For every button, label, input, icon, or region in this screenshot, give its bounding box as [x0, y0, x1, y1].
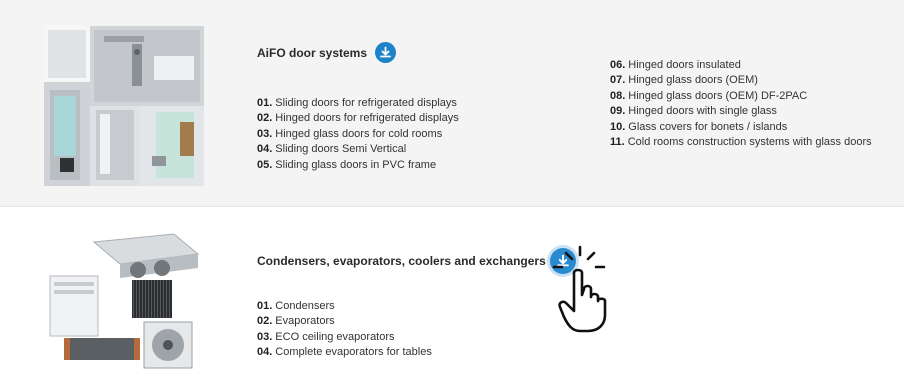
download-icon: [556, 254, 569, 267]
list-item[interactable]: 06. Hinged doors insulated: [610, 58, 872, 73]
download-icon: [380, 46, 391, 58]
list-item[interactable]: 03. ECO ceiling evaporators: [257, 330, 432, 345]
list-item[interactable]: 11. Cold rooms construction systems with …: [610, 135, 872, 150]
list-item[interactable]: 02. Hinged doors for refrigerated display…: [257, 111, 459, 126]
list-item[interactable]: 10. Glass covers for bonets / islands: [610, 120, 872, 135]
list-item[interactable]: 08. Hinged glass doors (OEM) DF-2PAC: [610, 89, 872, 104]
list-item[interactable]: 09. Hinged doors with single glass: [610, 104, 872, 119]
section-title: AiFO door systems: [257, 45, 368, 60]
door-systems-list-1: 01. Sliding doors for refrigerated displa…: [257, 96, 459, 173]
list-item[interactable]: 04. Sliding doors Semi Vertical: [257, 142, 459, 157]
list-item[interactable]: 07. Hinged glass doors (OEM): [610, 73, 872, 88]
door-systems-list-2: 06. Hinged doors insulated 07. Hinged glas…: [610, 58, 872, 150]
section-title: Condensers, evaporators, coolers and exc…: [257, 254, 546, 268]
condensers-list: 01. Condensers 02. Evaporators 03. ECO ceil…: [257, 299, 432, 361]
list-item[interactable]: 01. Sliding doors for refrigerated displa…: [257, 96, 459, 111]
list-item[interactable]: 05. Sliding glass doors in PVC frame: [257, 158, 459, 173]
list-item[interactable]: 02. Evaporators: [257, 314, 432, 329]
list-item[interactable]: 03. Hinged glass doors for cold rooms: [257, 127, 459, 142]
list-item[interactable]: 04. Complete evaporators for tables: [257, 345, 432, 360]
condensers-image[interactable]: [40, 228, 202, 380]
door-systems-title-row: AiFO door systems: [257, 42, 397, 63]
product-section-door-systems: AiFO door systems 01. Sliding doors for r…: [0, 0, 904, 207]
product-section-condensers: Condensers, evaporators, coolers and exc…: [0, 207, 904, 380]
download-button[interactable]: [375, 42, 397, 63]
list-item[interactable]: 01. Condensers: [257, 299, 432, 314]
download-button[interactable]: [549, 248, 576, 274]
condensers-title-row: Condensers, evaporators, coolers and exc…: [257, 248, 576, 274]
door-systems-image[interactable]: [44, 26, 204, 186]
